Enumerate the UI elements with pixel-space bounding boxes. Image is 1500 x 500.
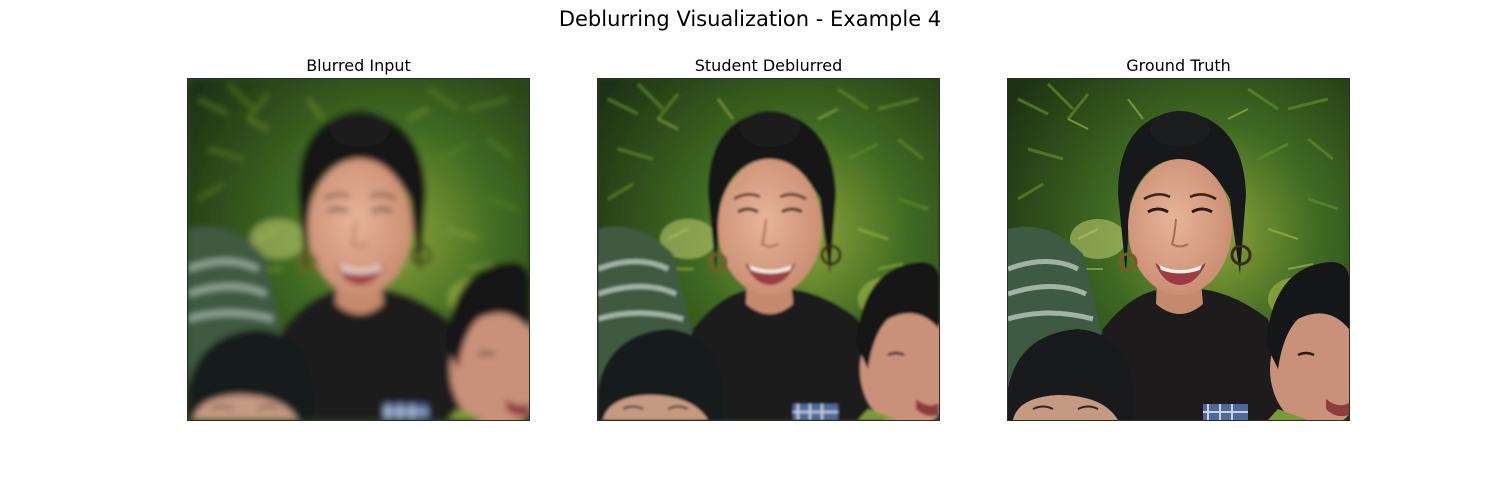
panel-title: Student Deblurred bbox=[694, 56, 843, 75]
figure-title: Deblurring Visualization - Example 4 bbox=[558, 7, 942, 31]
ground-truth-image bbox=[1007, 78, 1350, 421]
panel-ground-truth: Ground Truth bbox=[1007, 56, 1350, 421]
panel-title: Ground Truth bbox=[1126, 56, 1231, 75]
blurred-input-image bbox=[187, 78, 530, 421]
panel-blurred-input: Blurred Input bbox=[187, 56, 530, 421]
student-deblurred-image bbox=[597, 78, 940, 421]
panel-title: Blurred Input bbox=[306, 56, 411, 75]
panel-student-deblurred: Student Deblurred bbox=[597, 56, 940, 421]
